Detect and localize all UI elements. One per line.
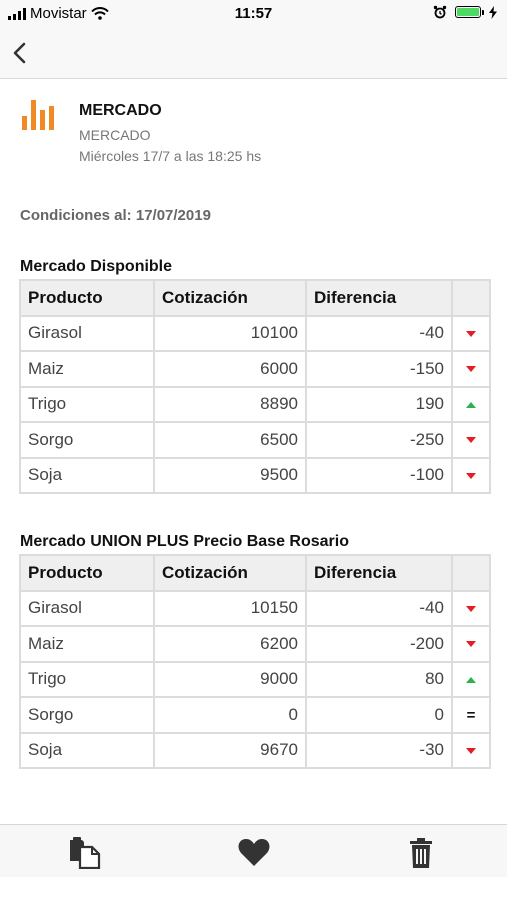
status-bar: Movistar 11:57 — [0, 0, 507, 28]
table-row: Girasol 10150 -40 — [19, 589, 491, 627]
table-row: Trigo 8890 190 — [19, 385, 491, 423]
market-date: Miércoles 17/7 a las 18:25 hs — [79, 148, 262, 164]
table-header-row: Producto Cotización Diferencia — [19, 554, 491, 592]
cell-cotizacion: 9670 — [153, 731, 307, 769]
alarm-icon — [433, 5, 447, 19]
cell-producto: Maiz — [19, 350, 155, 388]
navigation-bar — [0, 28, 507, 79]
cell-diferencia: -150 — [305, 350, 453, 388]
market-subtitle: MERCADO — [79, 127, 151, 143]
arrow-down-icon — [466, 366, 476, 373]
cell-producto: Trigo — [19, 660, 155, 698]
cell-diferencia: 190 — [305, 385, 453, 423]
table-mercado-disponible: Producto Cotización Diferencia Girasol 10… — [19, 279, 491, 494]
cell-trend — [451, 625, 491, 663]
cell-cotizacion: 8890 — [153, 385, 307, 423]
back-button[interactable] — [8, 36, 42, 70]
heart-icon — [238, 839, 270, 866]
table-row: Maiz 6200 -200 — [19, 625, 491, 663]
cell-diferencia: 0 — [305, 696, 453, 734]
cell-producto: Girasol — [19, 589, 155, 627]
table-row: Soja 9500 -100 — [19, 456, 491, 494]
cell-trend — [451, 589, 491, 627]
cell-cotizacion: 9000 — [153, 660, 307, 698]
header-diferencia: Diferencia — [305, 279, 453, 317]
equal-icon: = — [466, 706, 476, 724]
table-row: Trigo 9000 80 — [19, 660, 491, 698]
table-header-row: Producto Cotización Diferencia — [19, 279, 491, 317]
cell-trend — [451, 314, 491, 352]
cell-producto: Soja — [19, 731, 155, 769]
market-header: MERCADO MERCADO Miércoles 17/7 a las 18:… — [20, 98, 490, 168]
cell-diferencia: -100 — [305, 456, 453, 494]
table-body: Girasol 10100 -40 Maiz 6000 -150 Trigo 8890 190 S… — [19, 314, 491, 494]
cell-diferencia: -40 — [305, 589, 453, 627]
header-indicator — [451, 279, 491, 317]
cell-cotizacion: 10150 — [153, 589, 307, 627]
cell-cotizacion: 10100 — [153, 314, 307, 352]
table-row: Sorgo 0 0 = — [19, 696, 491, 734]
header-producto: Producto — [19, 279, 155, 317]
table-row: Maiz 6000 -150 — [19, 350, 491, 388]
cell-diferencia: -250 — [305, 421, 453, 459]
battery-icon — [455, 6, 484, 18]
cell-cotizacion: 0 — [153, 696, 307, 734]
arrow-down-icon — [466, 747, 476, 754]
table-row: Girasol 10100 -40 — [19, 314, 491, 352]
cell-diferencia: -30 — [305, 731, 453, 769]
arrow-up-icon — [466, 676, 476, 683]
cell-trend — [451, 421, 491, 459]
arrow-down-icon — [466, 605, 476, 612]
charging-icon — [489, 5, 497, 19]
arrow-down-icon — [466, 437, 476, 444]
cell-producto: Sorgo — [19, 421, 155, 459]
header-indicator — [451, 554, 491, 592]
bar-chart-logo-icon — [22, 100, 54, 130]
cell-trend — [451, 660, 491, 698]
header-cotizacion: Cotización — [153, 279, 307, 317]
header-diferencia: Diferencia — [305, 554, 453, 592]
table-mercado-union-plus: Producto Cotización Diferencia Girasol 10… — [19, 554, 491, 769]
cell-trend — [451, 731, 491, 769]
cell-cotizacion: 9500 — [153, 456, 307, 494]
chevron-left-icon — [13, 42, 26, 64]
bottom-toolbar — [0, 824, 507, 877]
arrow-down-icon — [466, 472, 476, 479]
table-row: Soja 9670 -30 — [19, 731, 491, 769]
delete-button[interactable] — [406, 837, 440, 869]
copy-button[interactable] — [68, 837, 102, 870]
conditions-date: Condiciones al: 17/07/2019 — [20, 207, 211, 224]
cell-cotizacion: 6200 — [153, 625, 307, 663]
cell-diferencia: 80 — [305, 660, 453, 698]
arrow-down-icon — [466, 330, 476, 337]
section-title-union-plus: Mercado UNION PLUS Precio Base Rosario — [20, 533, 349, 550]
section-title-disponible: Mercado Disponible — [20, 258, 173, 275]
trash-icon — [410, 838, 432, 868]
cell-trend: = — [451, 696, 491, 734]
status-time: 11:57 — [234, 5, 273, 22]
cell-cotizacion: 6500 — [153, 421, 307, 459]
cell-producto: Trigo — [19, 385, 155, 423]
cell-cotizacion: 6000 — [153, 350, 307, 388]
table-row: Sorgo 6500 -250 — [19, 421, 491, 459]
cell-producto: Sorgo — [19, 696, 155, 734]
copy-icon — [70, 837, 101, 870]
cell-trend — [451, 385, 491, 423]
status-right — [433, 5, 497, 19]
header-cotizacion: Cotización — [153, 554, 307, 592]
market-title: MERCADO — [79, 102, 162, 119]
favorite-button[interactable] — [237, 837, 271, 869]
cell-producto: Soja — [19, 456, 155, 494]
arrow-up-icon — [466, 401, 476, 408]
cell-diferencia: -40 — [305, 314, 453, 352]
table-body: Girasol 10150 -40 Maiz 6200 -200 Trigo 9000 80 So… — [19, 589, 491, 769]
header-producto: Producto — [19, 554, 155, 592]
cell-diferencia: -200 — [305, 625, 453, 663]
cell-trend — [451, 350, 491, 388]
arrow-down-icon — [466, 641, 476, 648]
cell-trend — [451, 456, 491, 494]
cell-producto: Maiz — [19, 625, 155, 663]
cell-producto: Girasol — [19, 314, 155, 352]
